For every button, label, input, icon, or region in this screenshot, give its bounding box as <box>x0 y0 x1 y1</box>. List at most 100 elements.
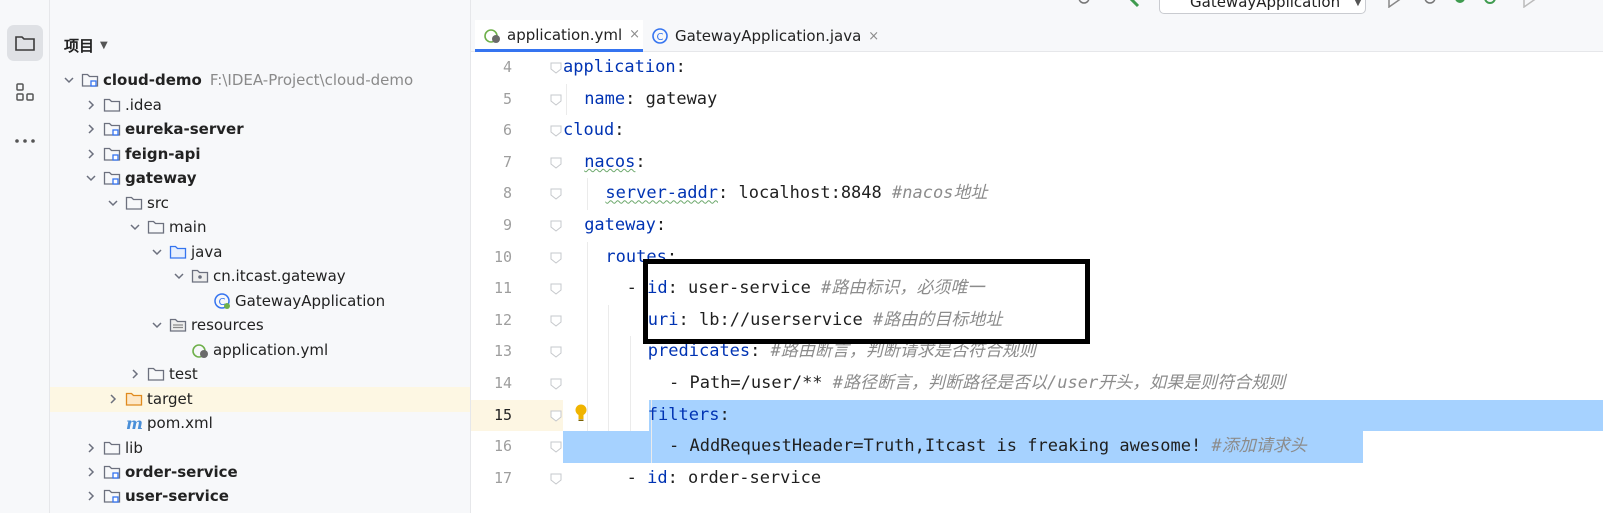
chevron-down-icon[interactable] <box>58 70 80 90</box>
fold-marker-icon[interactable] <box>549 124 563 138</box>
yaml-key: nacos <box>584 151 636 172</box>
fold-marker-icon[interactable] <box>549 377 563 391</box>
fold-marker-icon[interactable] <box>549 61 563 75</box>
line-number: 14 <box>493 374 512 392</box>
fold-marker-icon[interactable] <box>549 156 563 170</box>
profiler-icon[interactable] <box>1481 0 1499 8</box>
chevron-right-icon[interactable] <box>80 438 102 458</box>
tab-application-yml[interactable]: application.yml × <box>475 20 643 52</box>
maven-icon: m <box>124 413 144 433</box>
yaml-value: order-service <box>677 467 822 488</box>
tree-item-lib[interactable]: lib <box>50 436 470 461</box>
gutter-line: 17 <box>471 463 556 495</box>
chevron-down-icon[interactable] <box>168 266 190 286</box>
fold-marker-icon[interactable] <box>549 472 563 486</box>
chevron-right-icon[interactable] <box>124 364 146 384</box>
gutter-line: 5 <box>471 84 556 116</box>
yaml-colon: : <box>750 341 761 362</box>
tree-item-eureka-server[interactable]: eureka-server <box>50 117 470 142</box>
code-line[interactable]: filters: <box>648 400 730 432</box>
structure-tool-button[interactable] <box>7 74 43 110</box>
module-folder-icon <box>102 168 122 188</box>
indent-guide <box>566 83 567 116</box>
chevron-down-icon[interactable] <box>146 242 168 262</box>
coverage-icon[interactable] <box>1451 0 1469 8</box>
tree-item-user-service[interactable]: user-service <box>50 484 470 509</box>
code-line[interactable]: cloud: <box>563 115 624 147</box>
more-tools-button[interactable] <box>7 123 43 159</box>
gutter-line: 12 <box>471 305 556 337</box>
editor-tab-bar: application.yml × C GatewayApplication.j… <box>471 20 1603 52</box>
chevron-down-icon[interactable]: ▼ <box>100 40 108 51</box>
tree-item-cloud-demo[interactable]: cloud-demo F:\IDEA-Project\cloud-demo <box>50 68 470 93</box>
chevron-right-icon[interactable] <box>80 486 102 506</box>
project-tool-button[interactable] <box>7 25 43 61</box>
code-line[interactable]: - id: order-service <box>627 463 822 495</box>
project-panel-header[interactable]: 项目 ▼ <box>64 34 108 56</box>
chevron-right-icon[interactable] <box>80 462 102 482</box>
tree-item-gateway[interactable]: gateway <box>50 166 470 191</box>
chevron-right-icon[interactable] <box>80 144 102 164</box>
chevron-down-icon[interactable] <box>102 193 124 213</box>
fold-marker-icon[interactable] <box>549 251 563 265</box>
line-number: 15 <box>493 405 512 424</box>
build-hammer-icon[interactable] <box>1126 0 1144 8</box>
close-icon[interactable]: × <box>868 29 879 44</box>
tree-item-main[interactable]: main <box>50 215 470 240</box>
folder-icon <box>102 95 122 115</box>
tree-item-gatewayapplication[interactable]: C GatewayApplication <box>50 289 470 314</box>
tree-item-feign-api[interactable]: feign-api <box>50 142 470 167</box>
tree-item-java[interactable]: java <box>50 240 470 265</box>
line-number: 7 <box>502 152 512 171</box>
run-icon[interactable] <box>1386 0 1402 8</box>
source-folder-icon <box>168 242 188 262</box>
fold-marker-icon[interactable] <box>549 440 563 454</box>
more-icon <box>15 139 35 143</box>
fold-marker-icon[interactable] <box>549 409 563 423</box>
code-line[interactable]: server-addr: localhost:8848 #nacos地址 <box>605 178 987 210</box>
tree-item-label: resources <box>191 316 264 335</box>
chevron-right-icon[interactable] <box>102 389 124 409</box>
tab-label: application.yml <box>507 25 623 44</box>
tree-item-test[interactable]: test <box>50 362 470 387</box>
chevron-down-icon[interactable] <box>146 315 168 335</box>
code-line[interactable]: application: <box>563 52 686 84</box>
tab-gatewayapplication-java[interactable]: C GatewayApplication.java × <box>643 20 879 52</box>
fold-marker-icon[interactable] <box>549 345 563 359</box>
vcs-update-icon[interactable] <box>1076 0 1096 8</box>
line-number: 10 <box>493 247 512 266</box>
tree-item-pom-xml[interactable]: m pom.xml <box>50 411 470 436</box>
fold-marker-icon[interactable] <box>549 282 563 296</box>
code-line[interactable]: gateway: <box>584 210 666 242</box>
stop-icon[interactable] <box>1521 0 1537 8</box>
yaml-dash: - <box>669 436 690 457</box>
code-line[interactable]: - AddRequestHeader=Truth,Itcast is freak… <box>669 431 1307 463</box>
tree-item-resources[interactable]: resources <box>50 313 470 338</box>
chevron-down-icon[interactable] <box>124 217 146 237</box>
tree-item-src[interactable]: src <box>50 191 470 216</box>
yaml-key: application <box>563 57 676 77</box>
code-line[interactable]: name: gateway <box>584 84 717 116</box>
tree-item-label: user-service <box>125 487 229 506</box>
tree-item-package[interactable]: cn.itcast.gateway <box>50 264 470 289</box>
debug-icon[interactable] <box>1421 0 1439 8</box>
lightbulb-icon[interactable] <box>574 404 588 422</box>
tree-item-order-service[interactable]: order-service <box>50 460 470 485</box>
tree-item-idea[interactable]: .idea <box>50 93 470 118</box>
tree-item-application-yml[interactable]: application.yml <box>50 338 470 363</box>
chevron-right-icon[interactable] <box>80 95 102 115</box>
chevron-right-icon[interactable] <box>80 119 102 139</box>
fold-marker-icon[interactable] <box>549 314 563 328</box>
fold-marker-icon[interactable] <box>549 187 563 201</box>
close-icon[interactable]: × <box>629 27 640 42</box>
tree-item-label: java <box>191 243 223 262</box>
code-line[interactable]: - Path=/user/** #路径断言，判断路径是否以/user开头，如果是… <box>669 368 1285 400</box>
run-configuration-select[interactable]: GatewayApplication ▼ <box>1159 0 1366 14</box>
tree-item-target[interactable]: target <box>50 387 470 412</box>
code-line[interactable]: nacos: <box>584 147 645 179</box>
yaml-comment: #nacos地址 <box>892 183 988 204</box>
fold-marker-icon[interactable] <box>549 219 563 233</box>
chevron-down-icon[interactable] <box>80 168 102 188</box>
fold-marker-icon[interactable] <box>549 93 563 107</box>
